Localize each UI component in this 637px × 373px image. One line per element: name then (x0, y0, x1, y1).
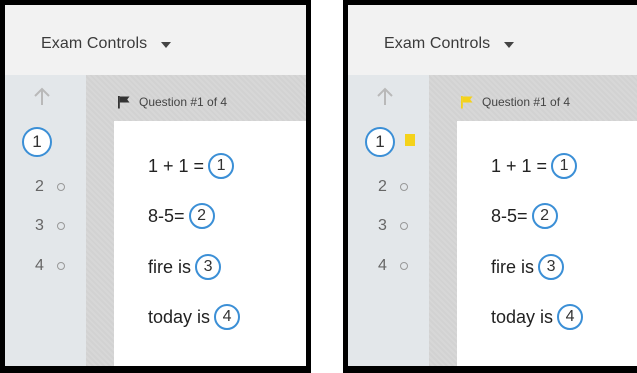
question-nav-4[interactable]: 4 (5, 255, 86, 281)
answer-blank[interactable]: 3 (195, 254, 222, 280)
question-line-2: 8-5= 2 (491, 203, 558, 229)
answer-blank[interactable]: 4 (557, 304, 584, 330)
exam-controls-label: Exam Controls (384, 35, 491, 52)
exam-screen: Exam Controls 1 2 3 4 Question #1 of 4 1… (5, 5, 306, 366)
answer-blank[interactable]: 2 (531, 203, 558, 229)
question-nav-3[interactable]: 3 (348, 215, 429, 241)
up-arrow-icon[interactable] (32, 87, 52, 107)
question-card: 1 + 1 = 1 8-5= 2 fire is 3 today is 4 (114, 121, 306, 366)
question-line-2: 8-5= 2 (148, 203, 215, 229)
unanswered-dot-icon (400, 183, 408, 191)
answer-blank[interactable]: 2 (188, 203, 215, 229)
question-nav-number: 4 (378, 257, 387, 274)
question-line-3: fire is 3 (148, 254, 222, 280)
question-nav-1[interactable]: 1 (5, 127, 86, 157)
unanswered-dot-icon (400, 222, 408, 230)
question-line-1: 1 + 1 = 1 (148, 153, 235, 179)
question-text: 1 + 1 = (491, 155, 548, 176)
chevron-down-icon (504, 42, 515, 48)
question-nav-1[interactable]: 1 (348, 127, 429, 157)
question-nav-number: 3 (35, 217, 44, 234)
flag-icon[interactable] (117, 95, 131, 109)
exam-panel-left: Exam Controls 1 2 3 4 Question #1 of 4 1… (0, 0, 311, 373)
answer-blank[interactable]: 1 (208, 153, 235, 179)
up-arrow-icon[interactable] (375, 87, 395, 107)
question-nav-current: 1 (22, 127, 52, 157)
unanswered-dot-icon (57, 222, 65, 230)
answer-blank[interactable]: 3 (538, 254, 565, 280)
question-nav-current: 1 (365, 127, 395, 157)
answer-blank[interactable]: 4 (214, 304, 241, 330)
question-line-1: 1 + 1 = 1 (491, 153, 578, 179)
flagged-marker-icon (405, 134, 415, 146)
question-text: 8-5= (148, 205, 185, 226)
question-header: Question #1 of 4 (460, 95, 570, 109)
question-header: Question #1 of 4 (117, 95, 227, 109)
question-title: Question #1 of 4 (482, 95, 571, 109)
question-line-4: today is 4 (148, 304, 241, 330)
exam-controls-menu[interactable]: Exam Controls (41, 35, 172, 53)
exam-panel-right: Exam Controls 1 2 3 4 Question #1 of 4 1… (343, 0, 637, 373)
question-text: 8-5= (491, 205, 528, 226)
question-text: today is (491, 306, 554, 327)
question-nav-sidebar: 1 2 3 4 (348, 75, 429, 366)
unanswered-dot-icon (57, 262, 65, 270)
question-nav-4[interactable]: 4 (348, 255, 429, 281)
chevron-down-icon (161, 42, 172, 48)
exam-controls-menu[interactable]: Exam Controls (384, 35, 515, 53)
question-nav-2[interactable]: 2 (5, 176, 86, 202)
question-text: today is (148, 306, 211, 327)
question-text: fire is (148, 256, 192, 277)
question-line-3: fire is 3 (491, 254, 565, 280)
flag-icon[interactable] (460, 95, 474, 109)
unanswered-dot-icon (57, 183, 65, 191)
question-title: Question #1 of 4 (139, 95, 228, 109)
header-bar: Exam Controls (5, 5, 306, 75)
question-line-4: today is 4 (491, 304, 584, 330)
question-card: 1 + 1 = 1 8-5= 2 fire is 3 today is 4 (457, 121, 637, 366)
question-area: Question #1 of 4 1 + 1 = 1 8-5= 2 fire i… (429, 75, 637, 366)
answer-blank[interactable]: 1 (551, 153, 578, 179)
question-nav-number: 4 (35, 257, 44, 274)
question-nav-number: 2 (35, 178, 44, 195)
question-nav-sidebar: 1 2 3 4 (5, 75, 86, 366)
question-text: 1 + 1 = (148, 155, 205, 176)
question-nav-2[interactable]: 2 (348, 176, 429, 202)
header-bar: Exam Controls (348, 5, 637, 75)
question-nav-3[interactable]: 3 (5, 215, 86, 241)
question-nav-number: 3 (378, 217, 387, 234)
unanswered-dot-icon (400, 262, 408, 270)
exam-screen: Exam Controls 1 2 3 4 Question #1 of 4 1… (348, 5, 637, 366)
question-area: Question #1 of 4 1 + 1 = 1 8-5= 2 fire i… (86, 75, 306, 366)
question-nav-number: 2 (378, 178, 387, 195)
question-text: fire is (491, 256, 535, 277)
exam-controls-label: Exam Controls (41, 35, 148, 52)
